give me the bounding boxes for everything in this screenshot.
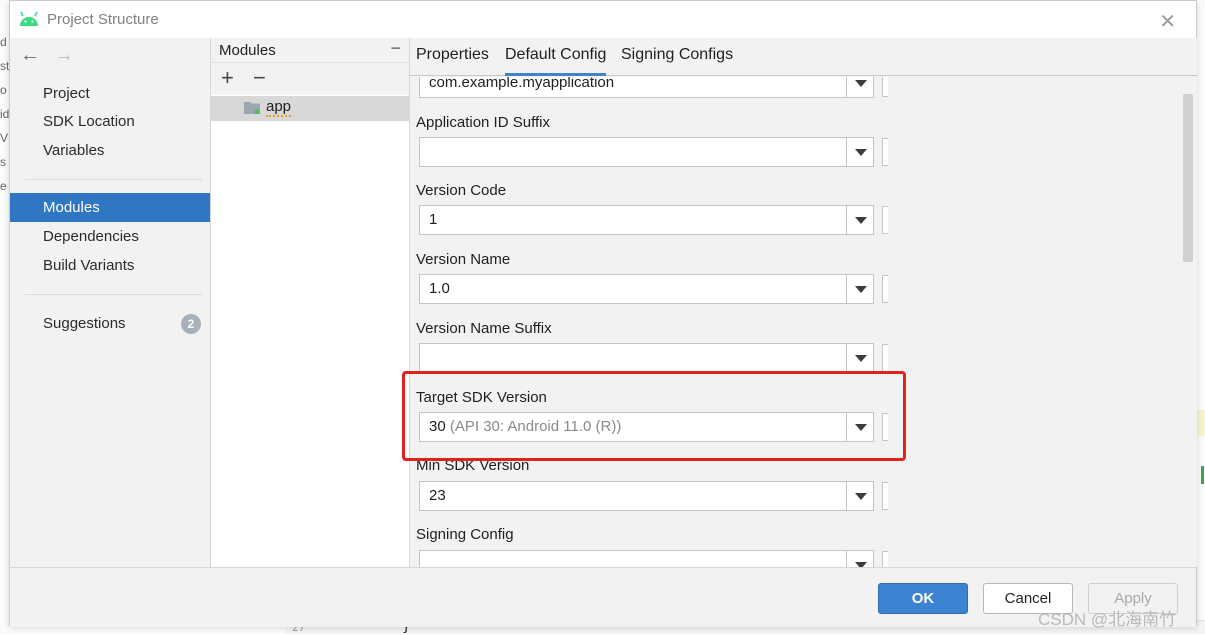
suggestions-count-badge: 2 (181, 314, 201, 334)
nav-arrows: ← → (20, 44, 88, 67)
sidebar-item-label: Dependencies (43, 228, 139, 245)
version-name-label: Version Name (416, 251, 511, 268)
module-label: app (266, 98, 292, 117)
chevron-down-icon[interactable] (846, 482, 873, 510)
version-name-suffix-combo[interactable] (419, 343, 874, 373)
application-id-value: com.example.myapplication (429, 77, 615, 91)
application-id-combo[interactable]: com.example.myapplication (419, 77, 874, 98)
main-panel: Properties Default Config Signing Config… (410, 38, 1197, 567)
module-folder-icon (244, 102, 260, 114)
title-bar: Project Structure ✕ (10, 1, 1196, 38)
version-name-suffix-extra-button[interactable] (882, 344, 888, 372)
chevron-down-icon[interactable] (846, 551, 873, 567)
watermark: CSDN @北海南竹 (1038, 610, 1177, 629)
application-id-suffix-combo[interactable] (419, 137, 874, 167)
background-code-fragment: d st o id V s e (0, 35, 9, 193)
sidebar-item-label: Suggestions (43, 315, 126, 332)
android-logo-icon (20, 11, 38, 26)
form-scrollbar[interactable] (1183, 94, 1193, 262)
sidebar-item-label: Project (43, 85, 90, 102)
sidebar-item-suggestions[interactable]: Suggestions 2 (10, 309, 210, 338)
forward-arrow-icon[interactable]: → (54, 44, 74, 66)
sidebar-item-sdk-location[interactable]: SDK Location (10, 107, 210, 136)
chevron-down-icon[interactable] (846, 413, 873, 441)
version-name-value: 1.0 (429, 280, 450, 297)
signing-config-combo[interactable] (419, 550, 874, 567)
version-name-combo[interactable]: 1.0 (419, 274, 874, 304)
tab-properties[interactable]: Properties (416, 46, 489, 76)
sidebar-divider (25, 179, 202, 180)
chevron-down-icon[interactable] (846, 138, 873, 166)
chevron-down-icon[interactable] (846, 275, 873, 303)
project-structure-dialog: Project Structure ✕ ← → Project SDK Locat… (9, 0, 1197, 627)
application-id-suffix-label: Application ID Suffix (416, 114, 550, 131)
target-sdk-value: 30 (API 30: Android 11.0 (R)) (429, 418, 622, 435)
collapse-icon[interactable]: − (390, 38, 401, 59)
ok-button[interactable]: OK (878, 583, 968, 614)
back-arrow-icon[interactable]: ← (20, 44, 40, 66)
application-id-suffix-extra-button[interactable] (882, 138, 888, 166)
version-code-extra-button[interactable] (882, 206, 888, 234)
dialog-footer: OK Cancel Apply (10, 567, 1196, 627)
window-title: Project Structure (47, 11, 159, 28)
sidebar-item-dependencies[interactable]: Dependencies (10, 222, 210, 251)
editor-change-mark (1201, 466, 1204, 484)
module-item-app[interactable]: app (211, 96, 409, 121)
sidebar-item-label: Modules (43, 199, 100, 216)
chevron-down-icon[interactable] (846, 77, 873, 97)
application-id-extra-button[interactable] (882, 77, 888, 97)
tab-default-config[interactable]: Default Config (505, 46, 607, 76)
add-module-icon[interactable]: + (221, 65, 234, 91)
modules-title: Modules (219, 42, 276, 59)
modules-panel: Modules − + − app (211, 38, 410, 567)
sidebar-item-modules[interactable]: Modules (10, 193, 210, 222)
sidebar: ← → Project SDK Location Variables Module… (10, 38, 211, 567)
version-name-extra-button[interactable] (882, 275, 888, 303)
version-code-label: Version Code (416, 182, 507, 199)
signing-config-extra-button[interactable] (882, 551, 888, 567)
sidebar-item-variables[interactable]: Variables (10, 136, 210, 165)
sidebar-item-label: Build Variants (43, 257, 135, 274)
min-sdk-extra-button[interactable] (882, 482, 888, 510)
version-code-combo[interactable]: 1 (419, 205, 874, 235)
sidebar-item-label: Variables (43, 142, 105, 159)
version-name-suffix-label: Version Name Suffix (416, 320, 552, 337)
min-sdk-value: 23 (429, 487, 446, 504)
default-config-form: com.example.myapplication Application ID… (410, 77, 1181, 567)
min-sdk-label: Min SDK Version (416, 457, 530, 474)
modules-toolbar: + − (211, 63, 409, 95)
sidebar-item-label: SDK Location (43, 113, 135, 130)
sidebar-divider (25, 294, 202, 295)
chevron-down-icon[interactable] (846, 206, 873, 234)
chevron-down-icon[interactable] (846, 344, 873, 372)
target-sdk-label: Target SDK Version (416, 389, 547, 406)
target-sdk-combo[interactable]: 30 (API 30: Android 11.0 (R)) (419, 412, 874, 442)
tab-bar: Properties Default Config Signing Config… (410, 38, 1197, 76)
version-code-value: 1 (429, 211, 438, 228)
close-icon[interactable]: ✕ (1159, 9, 1176, 34)
sidebar-item-project[interactable]: Project (10, 79, 210, 108)
sidebar-item-build-variants[interactable]: Build Variants (10, 251, 210, 280)
editor-gutter-mark (1197, 410, 1205, 436)
tab-signing-configs[interactable]: Signing Configs (621, 46, 733, 76)
signing-config-label: Signing Config (416, 526, 514, 543)
min-sdk-combo[interactable]: 23 (419, 481, 874, 511)
remove-module-icon[interactable]: − (253, 65, 266, 91)
target-sdk-extra-button[interactable] (882, 413, 888, 441)
target-sdk-hint: (API 30: Android 11.0 (R)) (449, 418, 622, 435)
modules-header: Modules − (211, 38, 409, 63)
